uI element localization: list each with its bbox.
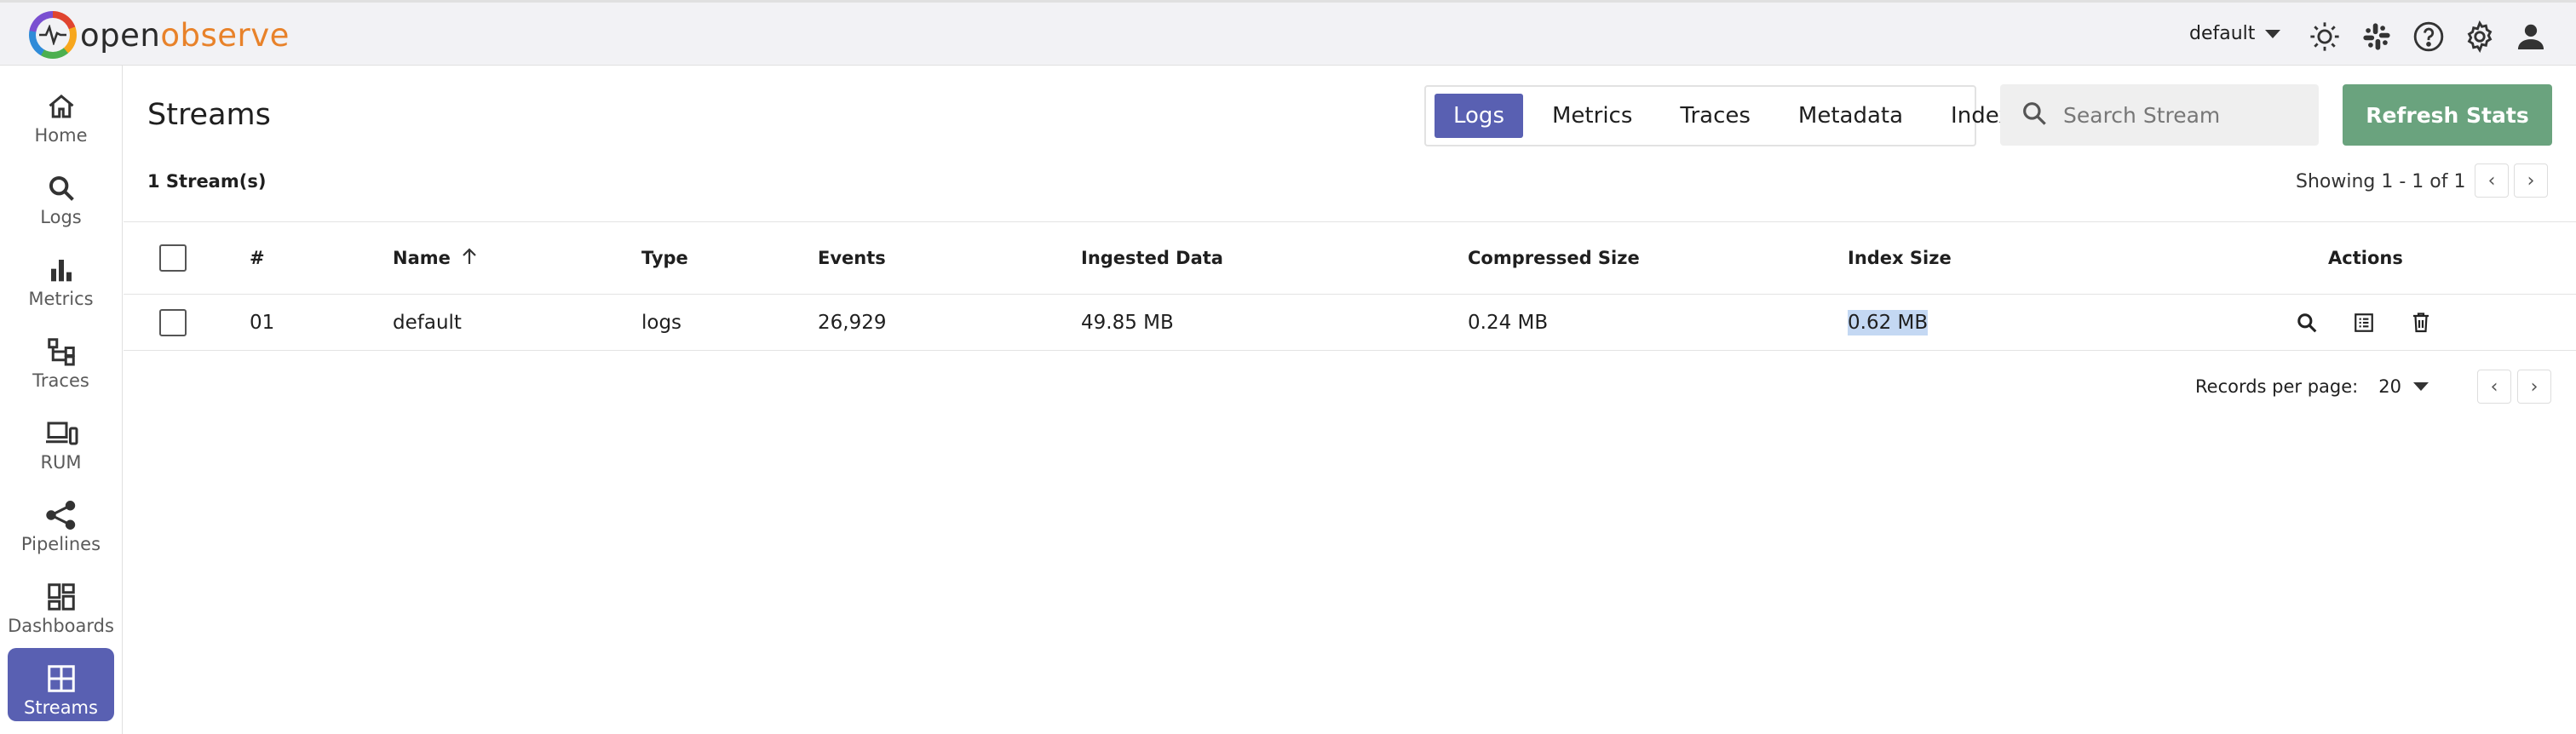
top-bar: openobserve default	[0, 0, 2576, 66]
tree-icon	[44, 335, 78, 369]
search-icon	[2021, 100, 2048, 130]
column-header-index-size[interactable]: Index Size	[1848, 222, 1952, 294]
sort-ascending-icon	[461, 247, 478, 270]
page-title: Streams	[147, 98, 271, 132]
grid-icon	[44, 662, 78, 696]
stream-events: 26,929	[818, 311, 887, 334]
column-header-events[interactable]: Events	[818, 222, 886, 294]
sidebar-item-label: Home	[34, 125, 88, 146]
sidebar-item-label: Traces	[32, 370, 89, 391]
sidebar-item-label: Metrics	[28, 289, 94, 309]
logo-text: openobserve	[80, 16, 290, 54]
tab-metrics[interactable]: Metrics	[1533, 94, 1651, 138]
stream-compressed-size: 0.24 MB	[1468, 311, 1549, 334]
records-per-page-select[interactable]: 20	[2378, 376, 2429, 397]
tab-traces[interactable]: Traces	[1661, 94, 1769, 138]
column-header-ingested-data[interactable]: Ingested Data	[1081, 222, 1223, 294]
home-icon	[44, 89, 78, 123]
bottom-next-page-button[interactable]: ›	[2517, 370, 2551, 404]
stream-ingested-data: 49.85 MB	[1081, 311, 1174, 334]
sidebar-item-metrics[interactable]: Metrics	[8, 239, 114, 313]
tab-logs[interactable]: Logs	[1435, 94, 1523, 138]
chevron-left-icon: ‹	[2487, 169, 2496, 192]
stream-type-tabs: Logs Metrics Traces Metadata Index	[1424, 85, 2012, 146]
sidebar-item-label: Logs	[40, 207, 82, 227]
table-header-row: # Name Type Events Ingested Data Compres…	[124, 221, 2576, 295]
column-header-actions: Actions	[2328, 248, 2403, 268]
column-header-compressed-size[interactable]: Compressed Size	[1468, 222, 1640, 294]
column-header-name-label: Name	[393, 248, 451, 268]
sidebar-item-pipelines[interactable]: Pipelines	[8, 485, 114, 558]
records-per-page-value: 20	[2378, 376, 2401, 397]
tab-metadata[interactable]: Metadata	[1780, 94, 1922, 138]
stream-count: 1 Stream(s)	[147, 171, 267, 192]
search-box	[2000, 84, 2319, 146]
user-avatar-icon[interactable]	[2514, 20, 2548, 54]
main-content: Streams Logs Metrics Traces Metadata Ind…	[124, 66, 2576, 734]
column-header-type[interactable]: Type	[641, 222, 688, 294]
gear-icon[interactable]	[2463, 20, 2497, 54]
select-all-cell	[159, 222, 187, 294]
table-row: 01 default logs 26,929 49.85 MB 0.24 MB …	[124, 295, 2576, 351]
chevron-left-icon: ‹	[2490, 376, 2498, 398]
sidebar-item-dashboards[interactable]: Dashboards	[8, 566, 114, 639]
records-per-page-label: Records per page:	[2195, 376, 2359, 397]
row-number: 01	[250, 311, 275, 334]
bottom-prev-page-button[interactable]: ‹	[2477, 370, 2511, 404]
row-actions	[2292, 295, 2435, 350]
search-icon	[44, 171, 78, 205]
streams-table: # Name Type Events Ingested Data Compres…	[124, 221, 2576, 351]
sidebar-item-label: Streams	[24, 697, 98, 718]
sidebar-item-label: Dashboards	[8, 616, 114, 636]
theme-toggle-sun-icon[interactable]	[2308, 20, 2342, 54]
explore-search-icon[interactable]	[2292, 308, 2321, 337]
organization-label: default	[2189, 23, 2256, 44]
sidebar-item-label: Pipelines	[20, 534, 101, 554]
openobserve-logo[interactable]: openobserve	[29, 11, 290, 59]
devices-icon	[44, 416, 78, 450]
schema-details-icon[interactable]	[2349, 308, 2378, 337]
column-header-number: #	[250, 248, 265, 268]
chevron-down-icon	[2265, 29, 2281, 38]
delete-trash-icon[interactable]	[2406, 308, 2435, 337]
bar-chart-icon	[44, 253, 78, 287]
row-checkbox[interactable]	[159, 308, 187, 336]
share-icon	[44, 498, 78, 532]
sidebar-item-label: RUM	[40, 452, 82, 473]
stream-index-size: 0.62 MB	[1848, 309, 1929, 335]
select-all-checkbox[interactable]	[159, 244, 187, 272]
sidebar-item-rum[interactable]: RUM	[8, 403, 114, 476]
stream-index-size-cell: 0.62 MB	[1848, 295, 1929, 350]
prev-page-button[interactable]: ‹	[2475, 163, 2509, 198]
chevron-right-icon: ›	[2527, 169, 2535, 192]
chevron-right-icon: ›	[2530, 376, 2539, 398]
slack-icon[interactable]	[2360, 20, 2394, 54]
sidebar-item-logs[interactable]: Logs	[8, 158, 114, 231]
chevron-down-icon	[2413, 382, 2429, 391]
next-page-button[interactable]: ›	[2514, 163, 2548, 198]
organization-select[interactable]: default	[2189, 23, 2281, 44]
pagination-summary: Showing 1 - 1 of 1	[2296, 171, 2466, 192]
refresh-stats-button[interactable]: Refresh Stats	[2343, 84, 2552, 146]
help-icon[interactable]	[2412, 20, 2446, 54]
sidebar-item-traces[interactable]: Traces	[8, 321, 114, 394]
logo-mark-icon	[29, 11, 77, 59]
column-header-name[interactable]: Name	[393, 222, 478, 294]
records-per-page: Records per page: 20	[2195, 376, 2429, 397]
row-select-cell	[159, 295, 187, 350]
sidebar-item-home[interactable]: Home	[8, 76, 114, 149]
stream-type: logs	[641, 311, 682, 334]
sidebar-item-streams[interactable]: Streams	[8, 648, 114, 721]
sidebar: Home Logs Metrics Traces RUM Pipelines D…	[0, 66, 123, 734]
dashboard-icon	[44, 580, 78, 614]
stream-name: default	[393, 311, 462, 334]
search-stream-input[interactable]	[2063, 102, 2302, 128]
